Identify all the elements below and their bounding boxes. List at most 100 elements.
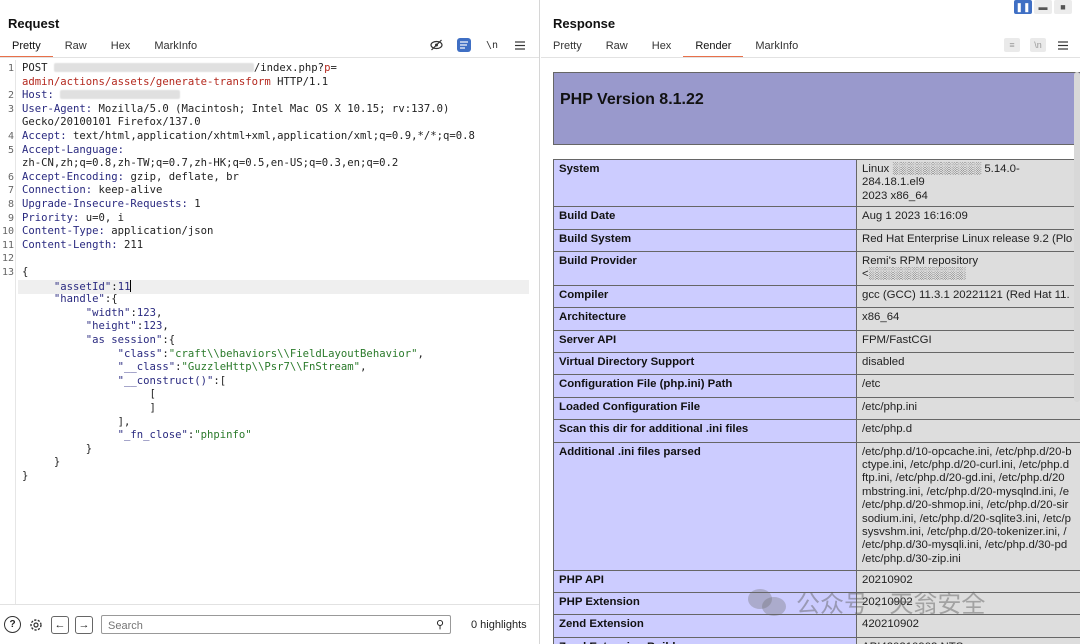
redacted-host [60,90,181,100]
horizontal-view-icon[interactable]: ▬ [1034,0,1052,14]
response-pane: ❚❚ ▬ ■ Response Pretty Raw Hex Render MarkIn… [541,0,1080,644]
line-number: 13 [1,267,14,278]
phpinfo-value: API420210902,NTS [856,636,1080,644]
phpinfo-value: gcc (GCC) 11.3.1 20221121 (Red Hat 11. [856,284,1080,309]
line-number: 9 [7,212,14,224]
phpinfo-key: Scan this dir for additional .ini files [553,419,857,443]
line-number: 12 [1,253,14,265]
layout-switcher: ❚❚ ▬ ■ [1014,0,1072,14]
code-line: "__class":"GuzzleHttp\\Psr7\\FnStream", [117,361,367,374]
phpinfo-key: Zend Extension Build [553,636,857,644]
menu-icon[interactable] [1056,38,1070,52]
wechat-logo-icon [748,587,788,617]
response-title: Response [553,16,616,31]
code-line: "__construct()":[ [117,374,227,387]
code-line: "as session":{ [85,334,176,346]
search-icon: ⚲ [435,619,444,631]
request-tab-markinfo[interactable]: MarkInfo [142,38,209,58]
phpinfo-value: /etc/php.ini [856,396,1080,421]
phpinfo-key: System [553,158,857,208]
request-editor[interactable]: 1 POST /index.php?p= admin/actions/assets/… [0,60,539,604]
previous-match-button[interactable]: ← [51,615,69,634]
request-tabs: Pretty Raw Hex MarkInfo [0,38,209,58]
line-number: 4 [7,131,14,142]
phpinfo-row: Build Provider Remi's RPM repository <░░░… [553,251,1080,286]
phpinfo-key: Configuration File (php.ini) Path [553,374,857,398]
tabbed-view-icon[interactable]: ■ [1054,0,1072,14]
code-line: "width":123, [85,306,163,319]
line-number: 6 [7,171,14,183]
newline-toggle-icon[interactable]: \n [1030,38,1046,52]
response-toolbar: ≡ \n [1004,38,1070,52]
line-number: 10 [1,226,14,238]
settings-gear-icon[interactable] [27,616,45,634]
code-line: ], [22,415,131,428]
watermark: 公众号 · 天翁安全 [748,584,985,619]
phpinfo-value: x86_64 [856,307,1080,331]
code-line: Content-Length: 211 [22,238,144,251]
code-line: POST /index.php?p= [22,62,337,74]
code-line: } [22,442,93,455]
phpinfo-row: Configuration File (php.ini) Path/etc [553,374,1080,398]
code-line: } [22,470,29,482]
wrap-lines-icon[interactable]: ≡ [1004,38,1020,52]
response-tab-raw[interactable]: Raw [594,38,640,58]
phpinfo-key: Build Date [553,206,857,230]
response-tabs: Pretty Raw Hex Render MarkInfo [541,38,810,58]
newline-toggle-icon[interactable]: \n [485,38,499,52]
phpinfo-table: System Linux ░░░░░░░░░░░ 5.14.0-284.18.1.… [553,158,1080,644]
request-title: Request [8,16,60,31]
watermark-text: 公众号 · 天翁安全 [796,591,986,618]
code-line: Upgrade-Insecure-Requests: 1 [22,198,201,210]
highlights-count: 0 highlights [471,618,527,631]
phpinfo-row: Build System Red Hat Enterprise Linux rel… [553,228,1080,253]
line-number: 8 [7,199,14,210]
response-tab-markinfo[interactable]: MarkInfo [743,38,810,58]
request-tab-raw[interactable]: Raw [53,38,99,58]
menu-icon[interactable] [513,38,527,52]
code-line: zh-CN,zh;q=0.8,zh-TW;q=0.7,zh-HK;q=0.5,e… [22,157,399,170]
response-tab-hex[interactable]: Hex [640,38,684,58]
line-number: 7 [7,185,14,197]
phpinfo-key: Architecture [553,307,857,331]
request-tab-pretty[interactable]: Pretty [0,38,53,58]
php-version-header: PHP Version 8.1.22 [553,72,1080,145]
phpinfo-value: Linux ░░░░░░░░░░░ 5.14.0-284.18.1.el9 20… [856,158,1080,208]
request-pane: Request Pretty Raw Hex MarkInfo \n 1 POST /i… [0,0,540,644]
line-number: 11 [1,239,14,251]
code-line: User-Agent: Mozilla/5.0 (Macintosh; Inte… [22,102,450,115]
wrap-lines-icon[interactable] [457,38,471,52]
help-icon[interactable]: ? [4,616,21,633]
phpinfo-value: /etc/php.d [856,419,1080,443]
search-input[interactable] [102,617,422,635]
scrollbar[interactable] [1074,72,1080,402]
phpinfo-key: Additional .ini files parsed [553,441,857,571]
phpinfo-row: Virtual Directory Support disabled [553,351,1080,376]
phpinfo-value: /etc [856,374,1080,398]
phpinfo-key: Virtual Directory Support [553,351,857,376]
phpinfo-row: Compiler gcc (GCC) 11.3.1 20221121 (Red H… [553,284,1080,309]
code-line: "assetId":11 [18,279,529,295]
code-line: "handle":{ [53,293,118,306]
phpinfo-key: Build Provider [553,251,857,286]
php-version-title: PHP Version 8.1.22 [560,91,704,108]
code-line: "_fn_close":"phpinfo" [117,429,252,442]
phpinfo-row: System Linux ░░░░░░░░░░░ 5.14.0-284.18.1.… [553,158,1080,208]
response-tab-render[interactable]: Render [683,38,744,58]
code-line: Content-Type: application/json [22,225,214,238]
phpinfo-row: Architecture x86_64 [553,307,1080,331]
phpinfo-row: Server API FPM/FastCGI [553,329,1080,353]
request-tab-hex[interactable]: Hex [99,38,143,58]
code-line: Priority: u=0, i [22,211,125,224]
line-number: 1 [7,63,14,74]
phpinfo-row: Loaded Configuration File/etc/php.ini [553,396,1080,421]
search-box: ⚲ [101,615,451,635]
code-line: Gecko/20100101 Firefox/137.0 [22,116,201,129]
next-match-button[interactable]: → [75,615,93,634]
phpinfo-value: /etc/php.d/10-opcache.ini, /etc/php.d/20… [856,441,1080,571]
response-tab-pretty[interactable]: Pretty [541,38,594,58]
code-line: "class":"craft\\behaviors\\FieldLayoutBe… [117,347,424,360]
rendered-response[interactable]: PHP Version 8.1.22 System Linux ░░░░░░░░░… [541,58,1080,644]
split-view-icon[interactable]: ❚❚ [1014,0,1032,14]
hide-eye-icon[interactable] [429,38,443,52]
